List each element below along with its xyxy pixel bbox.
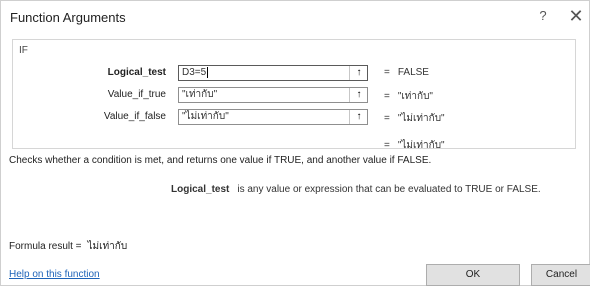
value-if-false-result: = "ไม่เท่ากับ" bbox=[384, 111, 445, 126]
dialog-title: Function Arguments bbox=[10, 10, 126, 25]
value-if-true-result: = "เท่ากับ" bbox=[384, 89, 433, 104]
equals-sign: = bbox=[384, 140, 390, 151]
formula-result-value: ไม่เท่ากับ bbox=[87, 241, 128, 252]
value-if-true-input[interactable]: "เท่ากับ" bbox=[178, 87, 368, 103]
close-icon[interactable]: ✕ bbox=[565, 5, 587, 27]
logical-test-result: = FALSE bbox=[384, 67, 429, 78]
function-description: Checks whether a condition is met, and r… bbox=[9, 155, 432, 166]
function-arguments-dialog: Function Arguments ? ✕ IF Logical_test D… bbox=[0, 0, 590, 286]
value-if-true-label: Value_if_true bbox=[107, 89, 166, 100]
function-result-value: "ไม่เท่ากับ" bbox=[397, 140, 445, 151]
cancel-button[interactable]: Cancel bbox=[531, 264, 590, 286]
value-if-true-value: "เท่ากับ" bbox=[182, 89, 218, 100]
value-if-false-result-value: "ไม่เท่ากับ" bbox=[397, 113, 445, 124]
argument-help-text: is any value or expression that can be e… bbox=[237, 184, 541, 195]
value-if-false-input[interactable]: "ไม่เท่ากับ" bbox=[178, 109, 368, 125]
text-caret bbox=[207, 66, 209, 78]
logical-test-value: D3=5 bbox=[182, 67, 207, 78]
formula-result-label: Formula result = bbox=[9, 241, 82, 252]
value-if-false-label: Value_if_false bbox=[103, 111, 166, 122]
value-if-false-value: "ไม่เท่ากับ" bbox=[182, 111, 229, 122]
logical-test-input[interactable]: D3=5 bbox=[178, 65, 368, 81]
equals-sign: = bbox=[384, 67, 390, 78]
collapse-arrow-icon[interactable]: ↑ bbox=[349, 88, 368, 102]
function-result: = "ไม่เท่ากับ" bbox=[384, 138, 445, 153]
function-name-label: IF bbox=[19, 45, 28, 56]
logical-test-label: Logical_test bbox=[107, 67, 166, 78]
help-icon[interactable]: ? bbox=[535, 8, 551, 26]
formula-result: Formula result = ไม่เท่ากับ bbox=[9, 239, 127, 254]
equals-sign: = bbox=[384, 113, 390, 124]
collapse-arrow-icon[interactable]: ↑ bbox=[349, 110, 368, 124]
ok-button[interactable]: OK bbox=[426, 264, 520, 286]
help-on-function-link[interactable]: Help on this function bbox=[9, 269, 100, 280]
argument-help: Logical_test is any value or expression t… bbox=[171, 184, 541, 195]
argument-help-name: Logical_test bbox=[171, 184, 230, 195]
collapse-arrow-icon[interactable]: ↑ bbox=[349, 66, 368, 80]
equals-sign: = bbox=[384, 91, 390, 102]
value-if-true-result-value: "เท่ากับ" bbox=[397, 91, 433, 102]
logical-test-result-value: FALSE bbox=[397, 67, 429, 78]
